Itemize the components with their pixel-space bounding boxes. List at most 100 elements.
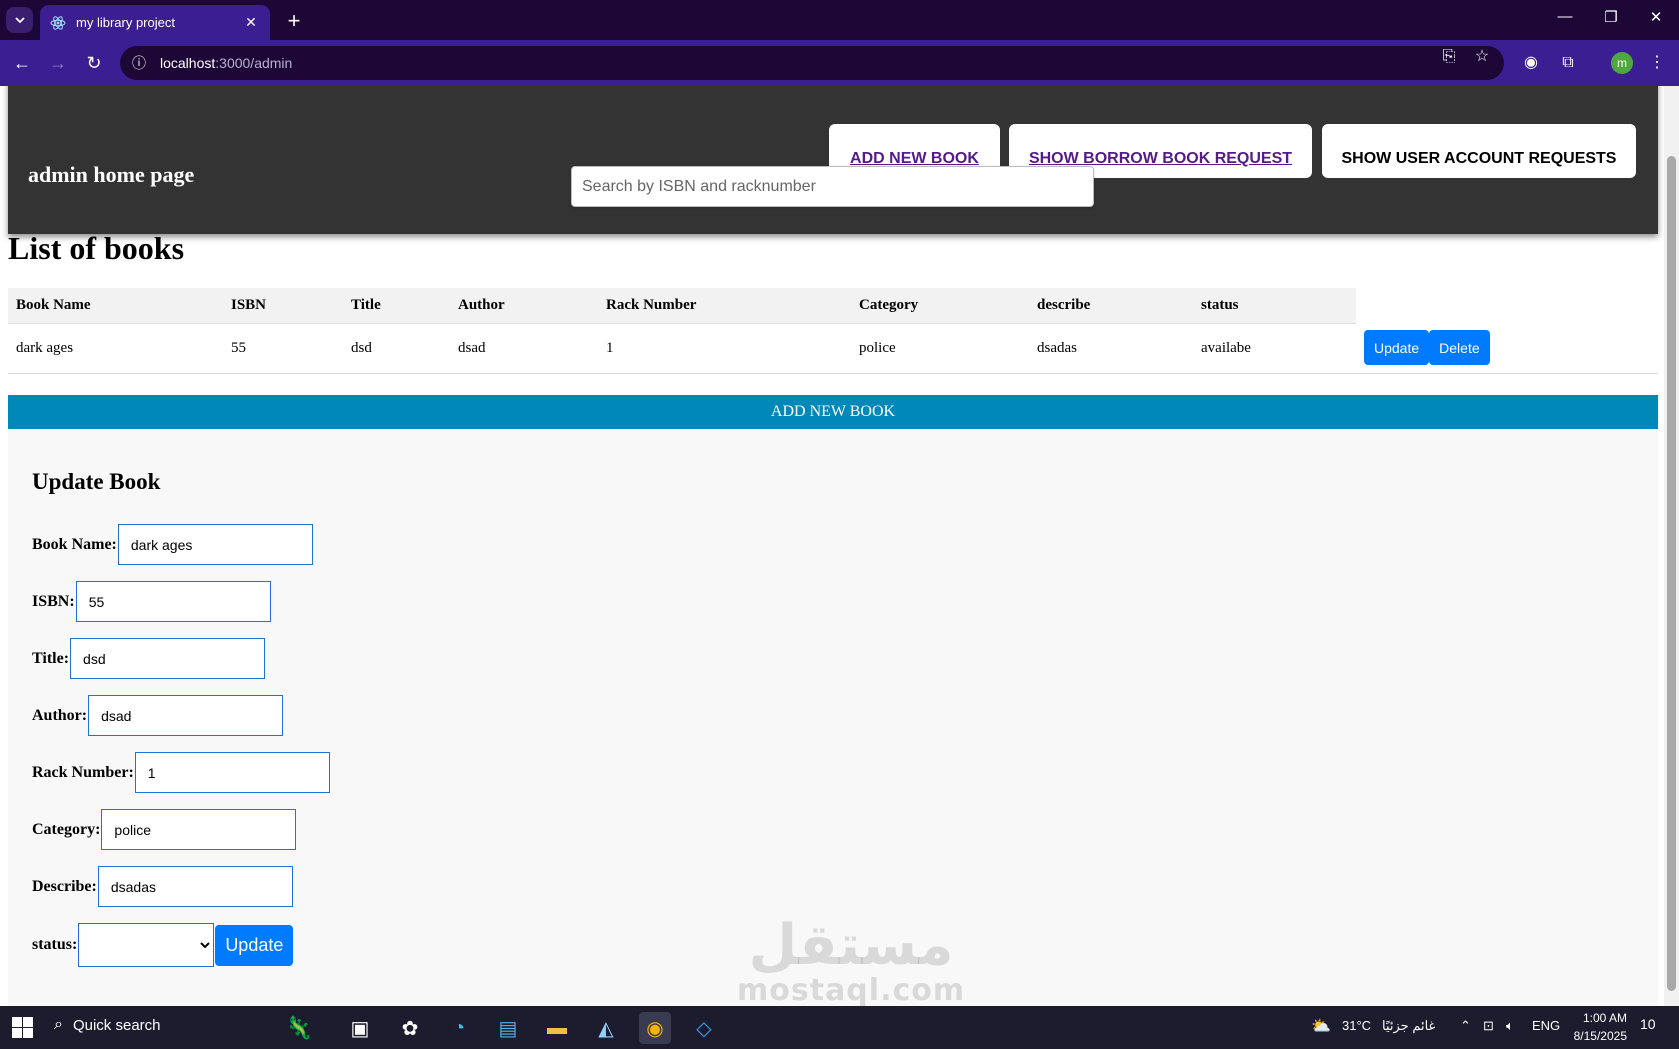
restore-icon[interactable]: ❐ [1596, 8, 1626, 26]
cell-book-name: dark ages [8, 323, 223, 374]
chrome-icon[interactable]: ◉ [639, 1012, 671, 1044]
weather-text: غائم جزئيًا [1382, 1018, 1436, 1033]
edge-icon[interactable]: ◔ [443, 1012, 475, 1044]
status-label: status: [32, 936, 78, 953]
close-window-icon[interactable]: ✕ [1641, 8, 1671, 26]
title-label: Title: [32, 649, 70, 667]
form-row-isbn: ISBN: [32, 581, 271, 622]
cell-actions: Update Delete [1356, 323, 1498, 374]
forward-icon[interactable]: → [45, 50, 71, 76]
cell-isbn: 55 [223, 323, 343, 374]
language-indicator[interactable]: ENG [1532, 1018, 1560, 1033]
react-icon [50, 15, 66, 30]
form-row-category: Category: [32, 809, 297, 850]
column-header: describe [1029, 288, 1193, 324]
clock[interactable]: 1:00 AM 8/15/2025 [1567, 1009, 1627, 1045]
rack-number-field[interactable] [134, 752, 330, 793]
taskbar-search[interactable]: ⌕ Quick search [54, 1016, 161, 1034]
url-host: localhost [160, 55, 216, 71]
describe-field[interactable] [97, 866, 293, 907]
clock-time: 1:00 AM [1582, 1011, 1627, 1025]
chevron-down-icon [14, 17, 25, 24]
browser-toolbar: ← → ↻ ⓘ localhost:3000/admin ⎘ ☆ ◉ ⧉ m ⋮ [0, 40, 1679, 86]
extensions-puzzle-icon[interactable]: ⧉ [1557, 52, 1579, 74]
close-tab-icon[interactable]: ✕ [242, 14, 260, 31]
title-field[interactable] [70, 638, 266, 679]
notification-count: 10 [1640, 1016, 1656, 1032]
form-update-button[interactable]: Update [215, 924, 294, 966]
scrollbar-thumb[interactable] [1667, 156, 1676, 991]
watermark: مستقل mostaql.com [737, 916, 965, 1006]
bookmark-star-icon[interactable]: ☆ [1471, 46, 1493, 68]
rack-number-label: Rack Number: [32, 763, 134, 781]
site-info-icon[interactable]: ⓘ [132, 53, 146, 73]
notification-icon[interactable]: 10 [1640, 1016, 1656, 1032]
row-update-button[interactable]: Update [1364, 330, 1430, 366]
search-highlight-image[interactable]: 🦎 [262, 1012, 336, 1044]
minimize-icon[interactable]: — [1550, 8, 1580, 25]
tab-search-button[interactable] [6, 7, 33, 33]
cell-title: dsd [343, 323, 450, 374]
tab-title: my library project [76, 15, 175, 30]
page-scrollbar[interactable] [1664, 86, 1679, 1006]
form-row-status: status: Update [32, 923, 294, 967]
browser-tab-bar: my library project ✕ + — ❐ ✕ [0, 0, 1679, 40]
page-viewport: admin home page ADD NEW BOOK SHOW BORROW… [0, 86, 1664, 1006]
form-row-author: Author: [32, 695, 284, 736]
weather-temp[interactable]: 31°C [1342, 1018, 1371, 1033]
install-app-icon[interactable]: ⎘ [1438, 46, 1460, 68]
url-path: :3000/admin [215, 55, 293, 71]
cell-status: availabe [1193, 323, 1356, 374]
column-header: Author [450, 288, 598, 324]
category-label: Category: [32, 820, 101, 838]
table-header-row: Book Name ISBN Title Author Rack Number … [8, 288, 1498, 324]
taskbar-search-label: Quick search [72, 1016, 161, 1034]
page-title: admin home page [28, 162, 195, 187]
form-row-describe: Describe: [32, 866, 293, 907]
browser-tab[interactable]: my library project ✕ [40, 5, 270, 40]
address-bar[interactable]: ⓘ localhost:3000/admin [120, 46, 1504, 80]
column-header: Rack Number [598, 288, 851, 324]
volume-icon[interactable]: 🔈︎ [1506, 1018, 1514, 1034]
add-new-book-button[interactable]: ADD NEW BOOK [8, 395, 1658, 429]
row-delete-button[interactable]: Delete [1429, 330, 1490, 366]
file-explorer-icon[interactable]: ▬ [541, 1012, 573, 1044]
book-name-field[interactable] [117, 524, 313, 565]
app-icon[interactable]: ◭ [590, 1012, 622, 1044]
column-header: Title [343, 288, 450, 324]
author-label: Author: [32, 706, 88, 724]
reload-icon[interactable]: ↻ [81, 50, 107, 76]
admin-header: admin home page ADD NEW BOOK SHOW BORROW… [8, 86, 1658, 234]
form-row-book-name: Book Name: [32, 524, 313, 565]
new-tab-icon[interactable]: + [282, 8, 306, 34]
search-input[interactable] [571, 166, 1094, 207]
table-divider [8, 373, 1658, 374]
books-list-title: List of books [8, 230, 185, 266]
cell-rack-number: 1 [598, 323, 851, 374]
status-select[interactable] [78, 923, 215, 967]
store-icon[interactable]: ▤ [492, 1012, 524, 1044]
column-header: Category [851, 288, 1029, 324]
copilot-icon[interactable]: ✿ [394, 1012, 426, 1044]
category-field[interactable] [101, 809, 297, 850]
vscode-icon[interactable]: ◇ [688, 1012, 720, 1044]
isbn-field[interactable] [75, 581, 271, 622]
table-row: dark ages 55 dsd dsad 1 police dsadas av… [8, 323, 1498, 374]
books-table: Book Name ISBN Title Author Rack Number … [8, 288, 1498, 374]
isbn-label: ISBN: [32, 592, 75, 610]
back-icon[interactable]: ← [9, 50, 35, 76]
profile-avatar[interactable]: m [1611, 52, 1633, 74]
network-icon[interactable]: ⊡ [1483, 1018, 1494, 1034]
task-view-icon[interactable]: ▣ [344, 1012, 376, 1044]
author-field[interactable] [88, 695, 284, 736]
account-requests-button[interactable]: SHOW USER ACCOUNT REQUESTS [1322, 124, 1636, 178]
windows-start-icon[interactable] [12, 1017, 33, 1038]
extension-icon[interactable]: ◉ [1520, 52, 1542, 74]
more-menu-icon[interactable]: ⋮ [1646, 52, 1668, 74]
clock-date: 8/15/2025 [1573, 1029, 1627, 1043]
chevron-up-icon[interactable]: ⌃ [1460, 1018, 1471, 1034]
weather-icon[interactable]: ⛅ [1311, 1016, 1331, 1036]
search-icon: ⌕ [54, 1016, 63, 1033]
form-row-title: Title: [32, 638, 266, 679]
cell-describe: dsadas [1029, 323, 1193, 374]
